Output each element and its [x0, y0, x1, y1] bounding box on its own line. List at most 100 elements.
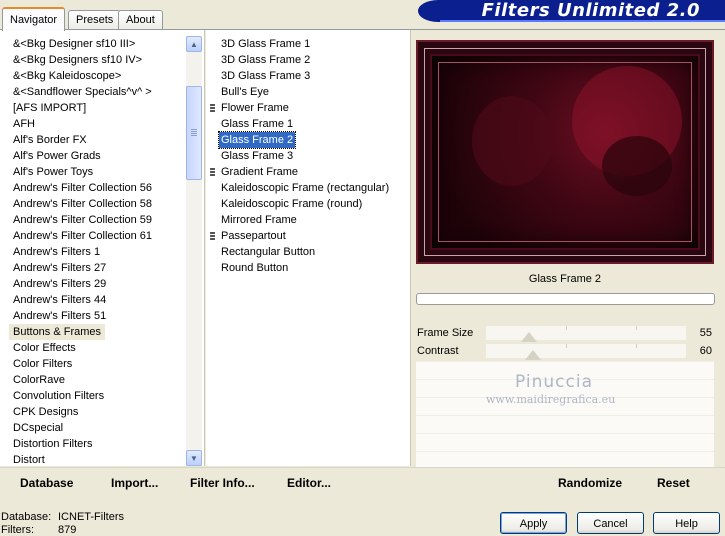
status-filters-value: 879 [58, 524, 77, 536]
category-item[interactable]: Color Effects [9, 340, 185, 356]
param-contrast[interactable]: Contrast 60 [416, 343, 714, 360]
category-item[interactable]: Andrew's Filters 44 [9, 292, 185, 308]
filter-item-label: Bull's Eye [221, 86, 269, 98]
filter-item-label: Gradient Frame [221, 166, 299, 178]
filter-item[interactable]: Round Button [219, 260, 391, 276]
param-value: 60 [699, 345, 712, 357]
filter-item[interactable]: Mirrored Frame [219, 212, 391, 228]
category-item[interactable]: &<Sandflower Specials^v^ > [9, 84, 185, 100]
filter-item[interactable]: Glass Frame 1 [219, 116, 391, 132]
status-database-value: ICNET-Filters [58, 511, 124, 523]
tab-navigator[interactable]: Navigator [2, 7, 66, 31]
filter-item-label: Kaleidoscopic Frame (round) [221, 198, 363, 210]
database-button[interactable]: Database [20, 476, 73, 490]
category-item[interactable]: Alf's Power Grads [9, 148, 185, 164]
category-item[interactable]: Andrew's Filter Collection 59 [9, 212, 185, 228]
filter-item[interactable]: 3D Glass Frame 3 [219, 68, 391, 84]
reset-button[interactable]: Reset [657, 476, 690, 490]
param-slider-track[interactable] [486, 326, 686, 342]
scroll-down-icon[interactable]: ▼ [186, 450, 202, 466]
cancel-button[interactable]: Cancel [577, 512, 644, 534]
category-item-label: CPK Designs [13, 406, 79, 418]
watermark-url: www.maidiregrafica.eu [486, 393, 616, 406]
filter-item[interactable]: Rectangular Button [219, 244, 391, 260]
category-item[interactable]: Andrew's Filter Collection 61 [9, 228, 185, 244]
editor-button[interactable]: Editor... [287, 476, 331, 490]
slider-thumb-icon[interactable] [521, 332, 537, 342]
category-item[interactable]: Distortion Filters [9, 436, 185, 452]
category-item[interactable]: Andrew's Filters 29 [9, 276, 185, 292]
category-item-label: Andrew's Filters 44 [13, 294, 107, 306]
param-slider-track[interactable] [486, 344, 686, 360]
param-frame-size[interactable]: Frame Size 55 [416, 325, 714, 342]
filter-item[interactable]: Glass Frame 3 [219, 148, 391, 164]
scroll-up-icon[interactable]: ▲ [186, 36, 202, 52]
category-item-label: [AFS IMPORT] [13, 102, 87, 114]
filter-item[interactable]: Flower Frame [210, 100, 391, 116]
filter-list[interactable]: 3D Glass Frame 1 3D Glass Frame 2 3D Glass… [210, 36, 391, 276]
category-item[interactable]: ColorRave [9, 372, 185, 388]
status-database-label: Database: [1, 511, 52, 523]
filter-item-label: Rectangular Button [221, 246, 316, 258]
category-item[interactable]: Buttons & Frames [9, 324, 185, 340]
app-title: Filters Unlimited 2.0 [481, 0, 700, 21]
category-item[interactable]: &<Bkg Designers sf10 IV> [9, 52, 185, 68]
tab-presets[interactable]: Presets [68, 10, 122, 30]
category-item-label: Distortion Filters [13, 438, 93, 450]
category-item-label: Distort [13, 454, 45, 466]
category-scrollbar[interactable]: ▲ ▼ [186, 36, 202, 466]
category-item[interactable]: AFH [9, 116, 185, 132]
help-button[interactable]: Help [653, 512, 720, 534]
category-list[interactable]: &<Bkg Designer sf10 III> &<Bkg Designers … [9, 36, 185, 468]
category-item[interactable]: Distort [9, 452, 185, 468]
filter-info-button[interactable]: Filter Info... [190, 476, 255, 490]
category-item[interactable]: Andrew's Filter Collection 56 [9, 180, 185, 196]
apply-button[interactable]: Apply [500, 512, 567, 534]
filter-item[interactable]: Passepartout [210, 228, 391, 244]
category-item[interactable]: Convolution Filters [9, 388, 185, 404]
filter-item[interactable]: Gradient Frame [210, 164, 391, 180]
group-icon [210, 168, 215, 177]
preview-filter-name: Glass Frame 2 [528, 273, 602, 285]
filter-list-panel[interactable]: 3D Glass Frame 1 3D Glass Frame 2 3D Glass… [206, 30, 411, 466]
status-filters-label: Filters: [1, 524, 34, 536]
category-item-label: Andrew's Filter Collection 58 [13, 198, 153, 210]
banner-accent-line [440, 20, 725, 22]
filter-item-label: 3D Glass Frame 2 [221, 54, 311, 66]
category-list-panel[interactable]: &<Bkg Designer sf10 III> &<Bkg Designers … [0, 30, 205, 466]
progress-bar [416, 293, 715, 305]
group-icon [210, 104, 215, 113]
randomize-button[interactable]: Randomize [558, 476, 622, 490]
category-item[interactable]: Alf's Border FX [9, 132, 185, 148]
category-item[interactable]: Andrew's Filters 1 [9, 244, 185, 260]
param-empty-row [416, 415, 714, 433]
category-item-label: Andrew's Filters 51 [13, 310, 107, 322]
category-item-label: &<Bkg Designer sf10 III> [13, 38, 136, 50]
filter-item[interactable]: Kaleidoscopic Frame (round) [219, 196, 391, 212]
filter-item-label: Flower Frame [221, 102, 289, 114]
filter-item[interactable]: Bull's Eye [219, 84, 391, 100]
tab-about[interactable]: About [118, 10, 163, 30]
category-item[interactable]: DCspecial [9, 420, 185, 436]
filter-item-label: Glass Frame 1 [221, 118, 294, 130]
category-item[interactable]: Andrew's Filters 51 [9, 308, 185, 324]
category-item[interactable]: &<Bkg Designer sf10 III> [9, 36, 185, 52]
category-item-label: Andrew's Filter Collection 56 [13, 182, 153, 194]
filter-item[interactable]: 3D Glass Frame 2 [219, 52, 391, 68]
category-item[interactable]: Color Filters [9, 356, 185, 372]
category-item-label: &<Bkg Kaleidoscope> [13, 70, 122, 82]
import-button[interactable]: Import... [111, 476, 158, 490]
filter-item[interactable]: 3D Glass Frame 1 [219, 36, 391, 52]
filter-item[interactable]: Glass Frame 2 [217, 131, 391, 149]
scrollbar-thumb[interactable] [186, 86, 202, 180]
category-item-label: Andrew's Filter Collection 61 [13, 230, 153, 242]
category-item[interactable]: CPK Designs [9, 404, 185, 420]
slider-thumb-icon[interactable] [525, 350, 541, 360]
category-item-label: Andrew's Filters 1 [13, 246, 101, 258]
category-item[interactable]: Andrew's Filters 27 [9, 260, 185, 276]
category-item[interactable]: &<Bkg Kaleidoscope> [9, 68, 185, 84]
category-item[interactable]: Andrew's Filter Collection 58 [9, 196, 185, 212]
filter-item[interactable]: Kaleidoscopic Frame (rectangular) [219, 180, 391, 196]
category-item[interactable]: [AFS IMPORT] [9, 100, 185, 116]
category-item[interactable]: Alf's Power Toys [9, 164, 185, 180]
